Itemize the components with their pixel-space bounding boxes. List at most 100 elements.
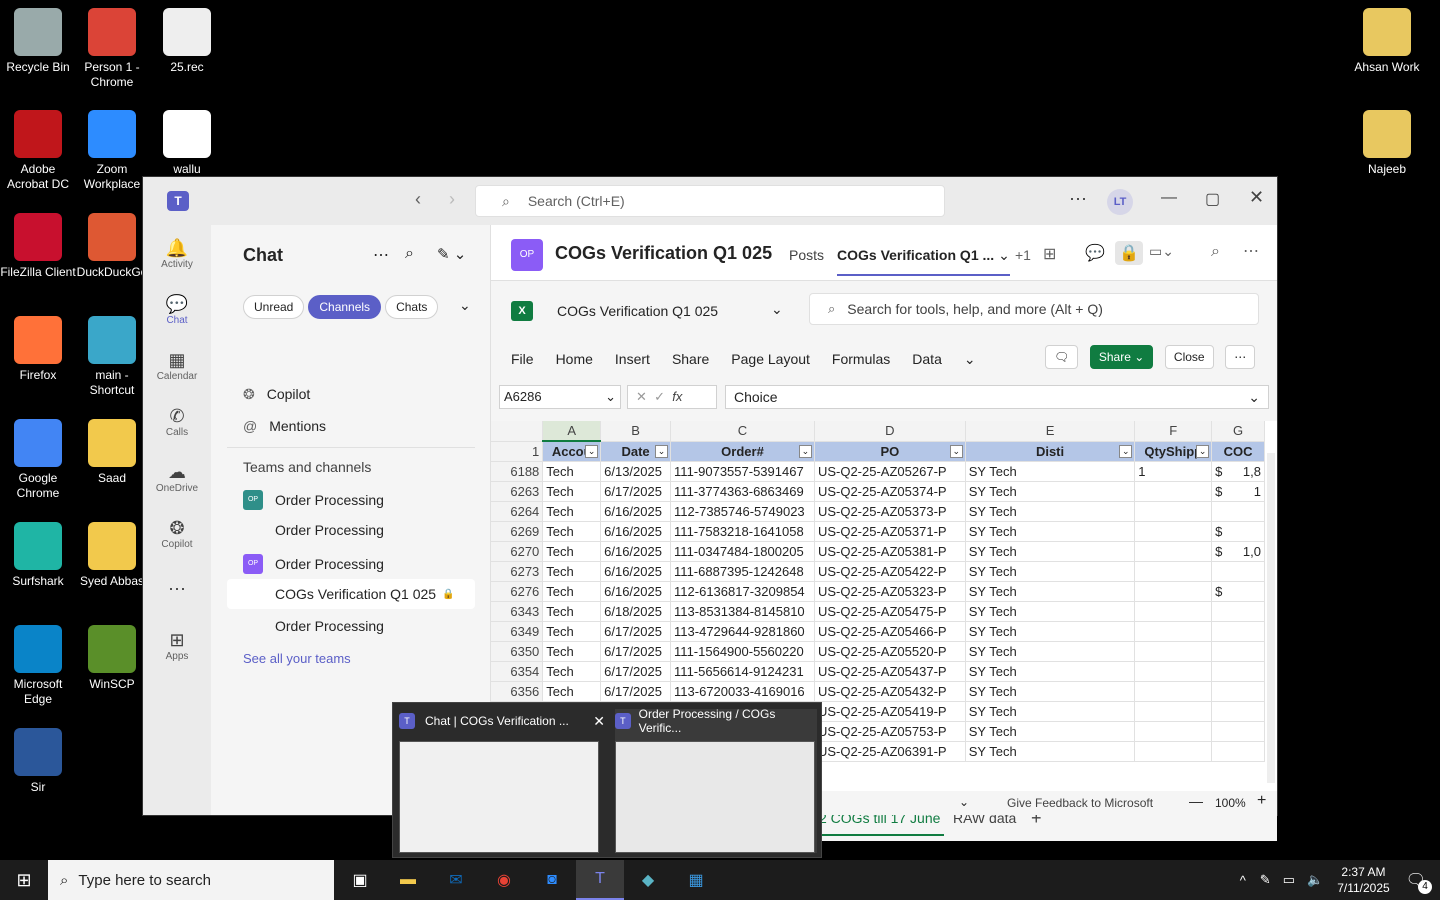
mentions-item[interactable]: @ Mentions: [211, 411, 490, 441]
name-box[interactable]: A6286 ⌄: [499, 385, 621, 409]
forward-icon[interactable]: ›: [449, 189, 455, 210]
chevron-up-icon[interactable]: ^: [1240, 873, 1246, 888]
cell[interactable]: SY Tech: [965, 661, 1136, 682]
cell[interactable]: 111-6887395-1242648: [670, 561, 815, 582]
cell[interactable]: 6/16/2025: [600, 521, 672, 542]
cell[interactable]: [1211, 741, 1265, 762]
cell[interactable]: [1134, 741, 1213, 762]
app-diamond-icon[interactable]: ◆: [624, 860, 672, 900]
cell[interactable]: 6/16/2025: [600, 541, 672, 562]
conversation-icon[interactable]: 💬: [1085, 243, 1105, 263]
cell[interactable]: [1211, 561, 1265, 582]
desktop-icon[interactable]: Surfshark: [0, 522, 76, 589]
cell[interactable]: US-Q2-25-AZ05437-P: [814, 661, 966, 682]
ribbon-tab[interactable]: File: [511, 351, 534, 367]
chevron-down-icon[interactable]: ⌄: [964, 351, 976, 368]
file-name[interactable]: COGs Verification Q1 025: [557, 303, 718, 319]
cell[interactable]: $1: [1211, 481, 1265, 502]
filter-dropdown-icon[interactable]: ⌄: [949, 444, 963, 458]
minimize-icon[interactable]: —: [1161, 189, 1177, 207]
cell[interactable]: [1134, 481, 1213, 502]
column-letter[interactable]: A: [542, 421, 602, 442]
cell[interactable]: US-Q2-25-AZ05432-P: [814, 681, 966, 702]
desktop-icon[interactable]: WinSCP: [74, 625, 150, 692]
close-icon[interactable]: ✕: [593, 713, 605, 730]
filter-channels[interactable]: Channels: [308, 295, 382, 319]
cell[interactable]: US-Q2-25-AZ05753-P: [814, 721, 966, 742]
row-number[interactable]: 6350: [491, 641, 544, 662]
rail-item-calendar[interactable]: ▦ Calendar: [143, 337, 211, 393]
rail-item-apps[interactable]: ⊞ Apps: [143, 617, 211, 673]
desktop-icon[interactable]: Sir: [0, 728, 76, 795]
feedback-link[interactable]: Give Feedback to Microsoft: [1007, 796, 1153, 810]
row-number[interactable]: 1: [491, 441, 544, 462]
desktop-icon[interactable]: Adobe Acrobat DC: [0, 110, 76, 192]
copilot-item[interactable]: ❂ Copilot: [211, 379, 490, 409]
desktop-icon[interactable]: Ahsan Work: [1349, 8, 1425, 75]
maximize-icon[interactable]: ▢: [1205, 189, 1220, 209]
cell[interactable]: [1134, 701, 1213, 722]
cell[interactable]: 111-5656614-9124231: [670, 661, 815, 682]
cell[interactable]: Tech: [542, 541, 602, 562]
search-icon[interactable]: ⌕: [1211, 243, 1220, 261]
cell[interactable]: SY Tech: [965, 481, 1136, 502]
column-header[interactable]: Disti ⌄: [965, 441, 1136, 462]
rail-item-chat[interactable]: 💬 Chat: [143, 281, 211, 337]
cell[interactable]: [1211, 621, 1265, 642]
row-number[interactable]: 6273: [491, 561, 544, 582]
ribbon-tab[interactable]: Formulas: [832, 351, 890, 367]
cell[interactable]: 6/17/2025: [600, 661, 672, 682]
cell[interactable]: 6/17/2025: [600, 641, 672, 662]
cell[interactable]: 1: [1134, 461, 1213, 482]
zoom-out-icon[interactable]: —: [1189, 793, 1203, 809]
search-box[interactable]: ⌕ Search (Ctrl+E): [475, 185, 945, 217]
cell[interactable]: US-Q2-25-AZ05381-P: [814, 541, 966, 562]
cell[interactable]: 111-7583218-1641058: [670, 521, 815, 542]
cell[interactable]: Tech: [542, 681, 602, 702]
channel-item[interactable]: Order Processing: [227, 515, 475, 545]
cell[interactable]: SY Tech: [965, 601, 1136, 622]
cell[interactable]: US-Q2-25-AZ05267-P: [814, 461, 966, 482]
chevron-down-icon[interactable]: ⌄: [771, 301, 783, 318]
row-number[interactable]: 6264: [491, 501, 544, 522]
column-header[interactable]: Order# ⌄: [670, 441, 815, 462]
cell[interactable]: US-Q2-25-AZ05373-P: [814, 501, 966, 522]
cell[interactable]: [1134, 601, 1213, 622]
share-button[interactable]: Share ⌄: [1089, 345, 1154, 369]
cell[interactable]: US-Q2-25-AZ05422-P: [814, 561, 966, 582]
cell[interactable]: US-Q2-25-AZ05371-P: [814, 521, 966, 542]
formula-input[interactable]: Choice ⌄: [725, 385, 1269, 409]
cell[interactable]: $1,8: [1211, 461, 1265, 482]
cell[interactable]: [1211, 601, 1265, 622]
more-tabs[interactable]: +1: [1015, 247, 1031, 263]
cell[interactable]: US-Q2-25-AZ05475-P: [814, 601, 966, 622]
cell[interactable]: SY Tech: [965, 541, 1136, 562]
cell[interactable]: SY Tech: [965, 641, 1136, 662]
task-view-icon[interactable]: ▣: [336, 860, 384, 900]
cell[interactable]: 6/17/2025: [600, 681, 672, 702]
search-icon[interactable]: ⌕: [405, 245, 414, 263]
desktop-icon[interactable]: Person 1 - Chrome: [74, 8, 150, 90]
cell[interactable]: Tech: [542, 601, 602, 622]
cell[interactable]: 6/16/2025: [600, 561, 672, 582]
column-letter[interactable]: C: [670, 421, 815, 442]
back-icon[interactable]: ‹: [415, 189, 421, 210]
cell[interactable]: SY Tech: [965, 461, 1136, 482]
cell[interactable]: Tech: [542, 461, 602, 482]
clock[interactable]: 2:37 AM 7/11/2025: [1337, 864, 1390, 896]
ribbon-tab[interactable]: Page Layout: [731, 351, 810, 367]
cell[interactable]: $1,0: [1211, 541, 1265, 562]
cell[interactable]: Tech: [542, 621, 602, 642]
cell[interactable]: 6/16/2025: [600, 581, 672, 602]
cell[interactable]: [1211, 681, 1265, 702]
channel-item[interactable]: Order Processing: [227, 611, 475, 641]
desktop-icon[interactable]: Zoom Workplace: [74, 110, 150, 192]
row-number[interactable]: 6276: [491, 581, 544, 602]
cell[interactable]: Tech: [542, 641, 602, 662]
column-letter[interactable]: E: [965, 421, 1136, 442]
cell[interactable]: 111-1564900-5560220: [670, 641, 815, 662]
network-icon[interactable]: ▭: [1283, 872, 1295, 888]
desktop-icon[interactable]: Microsoft Edge: [0, 625, 76, 707]
cell[interactable]: Tech: [542, 481, 602, 502]
zoom-level[interactable]: 100%: [1215, 796, 1246, 810]
